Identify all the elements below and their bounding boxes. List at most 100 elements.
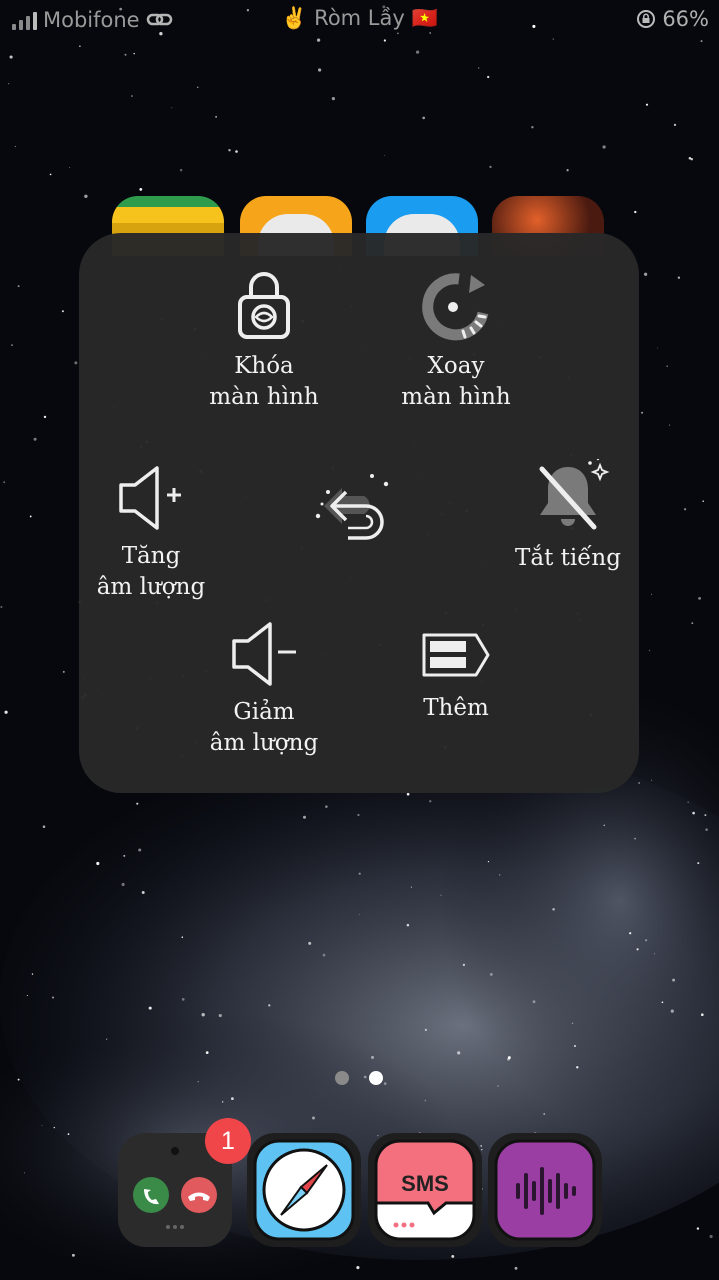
star (424, 1028, 428, 1032)
star (197, 1081, 199, 1083)
sms-bubble-icon: SMS (374, 1139, 476, 1241)
star (571, 1022, 574, 1024)
star (11, 344, 13, 346)
star (654, 953, 655, 955)
star (700, 1013, 704, 1017)
star (230, 1097, 234, 1101)
star (17, 285, 20, 288)
star (383, 1082, 387, 1085)
star (384, 155, 385, 157)
star (33, 437, 37, 441)
star (31, 973, 34, 975)
star (17, 1078, 20, 1081)
star (24, 1172, 26, 1174)
star (356, 1266, 360, 1270)
waveform-icon (494, 1139, 596, 1241)
star (69, 166, 71, 169)
star (136, 802, 139, 805)
status-bar: Mobifone ✌️ Ròm Lầy 🇻🇳 66% (0, 0, 719, 44)
back-button[interactable] (253, 466, 453, 546)
star (71, 1253, 75, 1257)
star (645, 103, 649, 106)
more-button[interactable]: Thêm (356, 625, 556, 724)
star (645, 939, 648, 942)
page-dot-active[interactable] (369, 1071, 383, 1085)
volume-up-button[interactable]: Tăng âm lượng (51, 463, 251, 603)
sms-app-icon[interactable]: SMS (368, 1133, 482, 1247)
status-center-text: ✌️ Ròm Lầy 🇻🇳 (281, 6, 438, 30)
back-arrow-icon (315, 474, 389, 540)
star (656, 347, 658, 349)
star (451, 1254, 455, 1258)
star (602, 145, 606, 149)
star (670, 1009, 674, 1013)
star (574, 1045, 576, 1047)
page-indicator[interactable] (335, 1071, 383, 1085)
star (566, 169, 569, 172)
star (148, 1006, 152, 1010)
phone-badge: 1 (205, 1118, 251, 1164)
lock-screen-button[interactable]: Khóa màn hình (164, 271, 364, 413)
star (692, 811, 695, 815)
star (497, 1085, 499, 1087)
safari-app-icon[interactable] (247, 1133, 361, 1247)
star (641, 411, 644, 414)
star (79, 45, 81, 47)
star (138, 848, 142, 852)
star (171, 107, 173, 109)
volume-down-button[interactable]: Giảm âm lượng (164, 619, 364, 759)
star (638, 782, 640, 784)
star (683, 508, 687, 511)
mute-button[interactable]: Tắt tiếng (468, 459, 668, 574)
star (9, 55, 13, 59)
star (61, 310, 64, 313)
volume-up-icon (119, 466, 181, 530)
star (43, 415, 47, 419)
star (415, 50, 420, 54)
assistive-touch-menu: Khóa màn hình Xoay màn hình Tăng âm lượn… (79, 233, 639, 793)
star (197, 86, 199, 88)
star (96, 861, 100, 866)
lock-icon (238, 272, 290, 339)
rotate-screen-button[interactable]: Xoay màn hình (356, 271, 556, 413)
star (308, 941, 312, 945)
page-dot[interactable] (335, 1071, 349, 1085)
star (371, 1055, 374, 1059)
star (424, 1099, 427, 1102)
star (358, 914, 360, 915)
star (651, 593, 653, 595)
star (141, 891, 145, 894)
rotation-lock-icon (637, 10, 656, 28)
star (487, 860, 490, 863)
star (8, 83, 10, 85)
star (406, 923, 410, 927)
star (42, 825, 46, 828)
star (629, 932, 632, 935)
star (677, 276, 681, 279)
star (688, 156, 692, 160)
star (106, 1038, 108, 1040)
star (643, 272, 648, 276)
star (673, 123, 677, 126)
star (697, 862, 700, 865)
star (672, 978, 676, 982)
star (576, 1066, 579, 1069)
star (331, 97, 335, 101)
star (205, 1051, 209, 1054)
more-label: Thêm (423, 695, 489, 721)
rotate-screen-label: Xoay màn hình (401, 353, 511, 410)
star (669, 424, 671, 426)
voice-memos-app-icon[interactable] (488, 1133, 602, 1247)
status-right: 66% (636, 7, 709, 31)
volume-down-icon (232, 622, 296, 686)
star (489, 972, 493, 976)
star (429, 800, 432, 803)
star (325, 805, 328, 808)
star (179, 168, 183, 172)
star (462, 963, 466, 967)
star (123, 854, 126, 857)
rotate-icon (422, 273, 489, 341)
star (636, 948, 639, 951)
svg-text:SMS: SMS (401, 1171, 449, 1196)
star (74, 361, 78, 365)
